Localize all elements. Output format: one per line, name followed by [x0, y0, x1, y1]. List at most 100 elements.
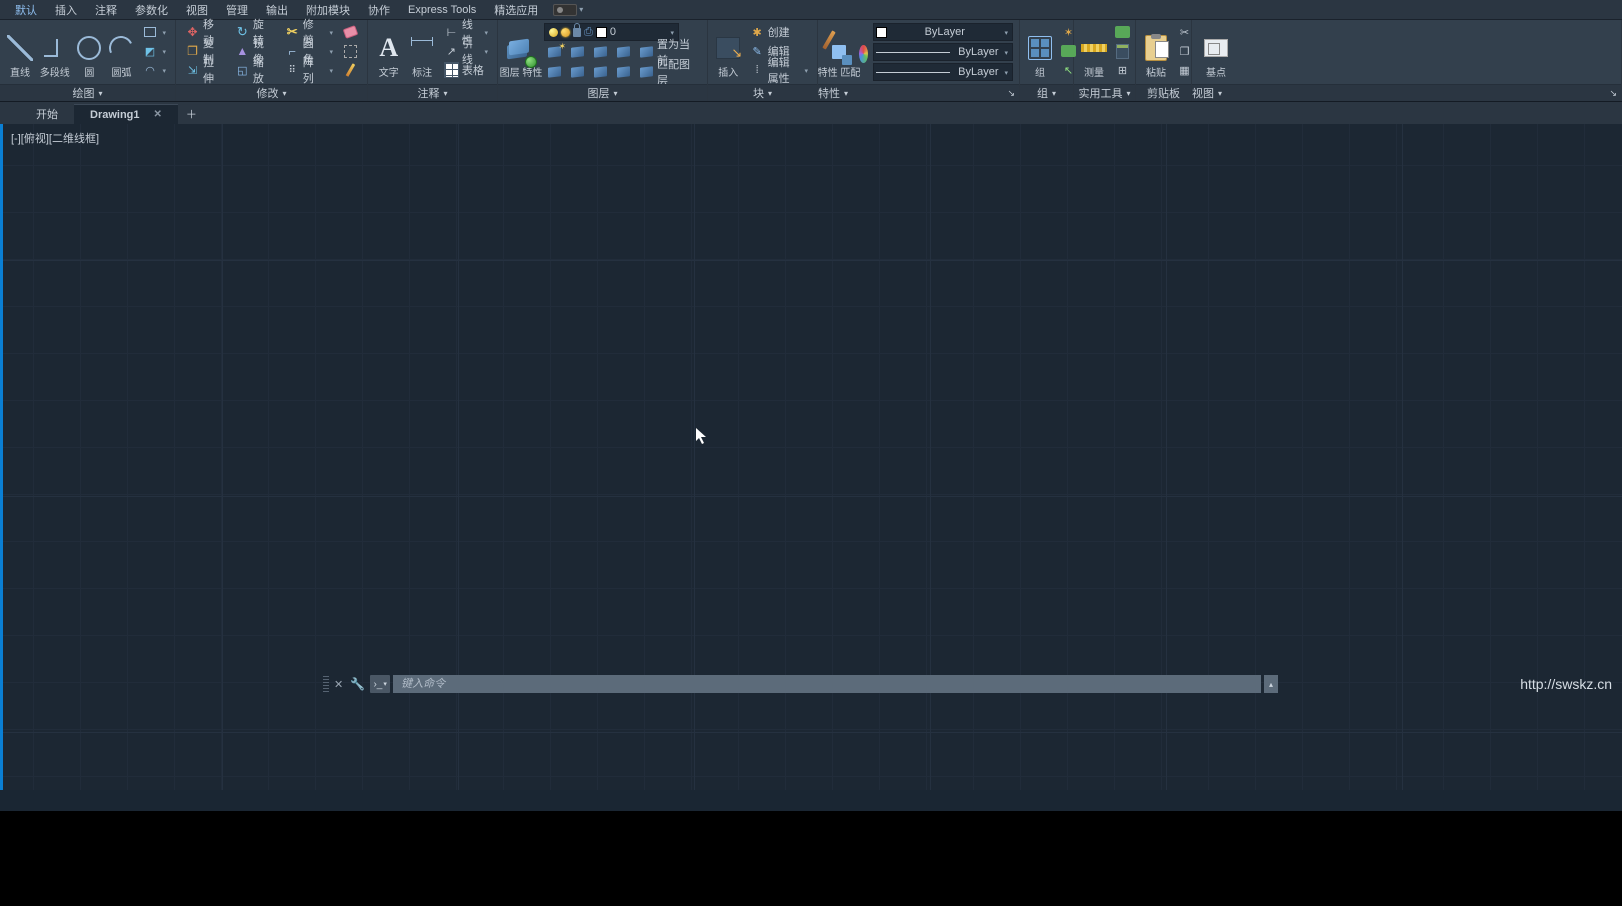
- history-up-icon[interactable]: ▴: [1264, 675, 1278, 693]
- dimension-icon: [411, 40, 433, 56]
- edit-attr-button[interactable]: ⁞编辑属性: [747, 61, 811, 79]
- layerbtn-8[interactable]: [613, 63, 634, 81]
- menu-default[interactable]: 默认: [6, 0, 46, 20]
- arc-icon: [106, 33, 137, 64]
- polyline-button[interactable]: 多段线: [38, 23, 71, 79]
- command-input[interactable]: [393, 675, 1261, 693]
- copy-clip-icon: ❐: [1177, 44, 1192, 59]
- color-swatch-icon: [596, 27, 607, 38]
- panel-draw-expand-icon[interactable]: [96, 87, 102, 99]
- layerbtn-4[interactable]: [613, 43, 634, 61]
- menu-featured[interactable]: 精选应用: [485, 0, 547, 20]
- paste-icon: [1145, 35, 1167, 61]
- panel-draw-title: 绘图: [72, 85, 94, 101]
- edit-attr-icon: ⁞: [750, 63, 765, 78]
- cut-icon: ✂: [1177, 25, 1192, 40]
- panel-group: 组 ✶ ↖ 组: [1020, 20, 1074, 101]
- panel-prop-expand-icon[interactable]: [842, 87, 848, 99]
- circle-button[interactable]: 圆: [75, 23, 103, 79]
- panel-block-expand-icon[interactable]: [766, 87, 772, 99]
- close-tab-icon[interactable]: ✕: [154, 109, 162, 120]
- leader-button[interactable]: ↗引线: [441, 42, 491, 60]
- line-button[interactable]: 直线: [6, 23, 34, 79]
- tab-add[interactable]: ＋: [178, 104, 205, 124]
- quickcalc-button[interactable]: [1112, 42, 1133, 60]
- close-cmd-icon[interactable]: ✕: [332, 678, 345, 691]
- pencil-icon: [346, 63, 356, 77]
- panel-group-title: 组: [1037, 85, 1048, 101]
- layerbtn-5[interactable]: [544, 63, 565, 81]
- linetype-select[interactable]: ByLayer: [873, 63, 1013, 81]
- lineweight-select[interactable]: ByLayer: [873, 43, 1013, 61]
- hatch-button[interactable]: ◩: [140, 42, 170, 60]
- panel-util-expand-icon[interactable]: [1124, 87, 1130, 99]
- explode-button[interactable]: [340, 42, 361, 60]
- dimension-button[interactable]: 标注: [407, 23, 436, 79]
- panel-view-expand-icon[interactable]: [1216, 87, 1222, 99]
- table-icon: [444, 62, 459, 78]
- table-button[interactable]: 表格: [441, 61, 491, 79]
- paste-special-icon: ▦: [1177, 63, 1192, 78]
- tab-start[interactable]: 开始: [20, 104, 74, 124]
- panel-layer-title: 图层: [587, 85, 609, 101]
- panel-annotate: A文字 标注 ⊢线性 ↗引线 表格 注释: [368, 20, 498, 101]
- color-swatch-icon: [876, 27, 887, 38]
- arc-button[interactable]: 圆弧: [107, 23, 135, 79]
- text-button[interactable]: A文字: [374, 23, 403, 79]
- boundary-icon: ◠: [143, 63, 158, 78]
- point-button[interactable]: ⊞: [1112, 61, 1133, 79]
- customize-icon[interactable]: 🔧: [348, 677, 367, 691]
- dialog-launcher-icon[interactable]: ↘: [1609, 88, 1617, 99]
- paste-button[interactable]: 粘贴: [1142, 23, 1170, 79]
- layer-icon: [617, 46, 630, 57]
- checkmark-icon: [525, 56, 537, 68]
- panel-group-expand-icon[interactable]: [1050, 87, 1056, 99]
- menu-annotate[interactable]: 注释: [86, 0, 126, 20]
- boundary-button[interactable]: ◠: [140, 61, 170, 79]
- erase-icon: [343, 25, 359, 39]
- panel-layer-expand-icon[interactable]: [611, 87, 617, 99]
- menu-param[interactable]: 参数化: [126, 0, 177, 20]
- color-select[interactable]: ByLayer: [873, 23, 1013, 41]
- erase-button[interactable]: [340, 23, 361, 41]
- cloud-dropdown-icon[interactable]: ▾: [579, 5, 583, 14]
- layerbtn-1[interactable]: [544, 43, 565, 61]
- panel-modify-expand-icon[interactable]: [280, 87, 286, 99]
- layerbtn-6[interactable]: [567, 63, 588, 81]
- panel-annotate-expand-icon[interactable]: [441, 87, 447, 99]
- command-prompt-icon[interactable]: ›_: [370, 675, 390, 693]
- group-button[interactable]: 组: [1026, 23, 1054, 79]
- layerbtn-7[interactable]: [590, 63, 611, 81]
- color-wheel-icon[interactable]: [859, 45, 868, 63]
- match-prop-button[interactable]: 特性 匹配: [824, 23, 854, 79]
- tab-drawing1[interactable]: Drawing1✕: [74, 104, 178, 124]
- match-layer-button[interactable]: 匹配图层: [636, 63, 701, 81]
- bottom-black-area: [0, 811, 1622, 906]
- layer-icon: [571, 46, 584, 57]
- point-icon: ⊞: [1115, 63, 1130, 78]
- menu-collab[interactable]: 协作: [359, 0, 399, 20]
- insert-block-button[interactable]: 插入: [714, 23, 743, 79]
- array-button[interactable]: ⠿阵列: [282, 61, 336, 79]
- dialog-launcher-icon[interactable]: ↘: [1007, 88, 1015, 99]
- scale-button[interactable]: ◱缩放: [232, 61, 278, 79]
- edit-button[interactable]: [340, 61, 361, 79]
- base-button[interactable]: 基点: [1198, 23, 1234, 79]
- create-block-button[interactable]: ✱创建: [747, 23, 811, 41]
- cloud-toggle-icon[interactable]: [553, 4, 577, 16]
- hatch-icon: ◩: [143, 44, 158, 59]
- rectangle-button[interactable]: [140, 23, 170, 41]
- viewport-label[interactable]: [-][俯视][二维线框]: [11, 130, 99, 146]
- layer-properties-button[interactable]: 图层 特性: [504, 23, 538, 79]
- select-all-button[interactable]: [1112, 23, 1133, 41]
- layerbtn-3[interactable]: [590, 43, 611, 61]
- circle-icon: [77, 36, 101, 60]
- menu-insert[interactable]: 插入: [46, 0, 86, 20]
- layerbtn-2[interactable]: [567, 43, 588, 61]
- trim-icon: ✂: [285, 25, 300, 40]
- panel-properties: 特性 匹配 ByLayer ByLayer ByLayer 特性↘: [818, 20, 1020, 101]
- drag-handle-icon[interactable]: [323, 676, 329, 692]
- drawing-canvas[interactable]: [-][俯视][二维线框] ✕ 🔧 ›_ ▴ http://swskz.cn: [0, 124, 1622, 790]
- stretch-button[interactable]: ⇲拉伸: [182, 61, 228, 79]
- measure-button[interactable]: 测量: [1080, 23, 1108, 79]
